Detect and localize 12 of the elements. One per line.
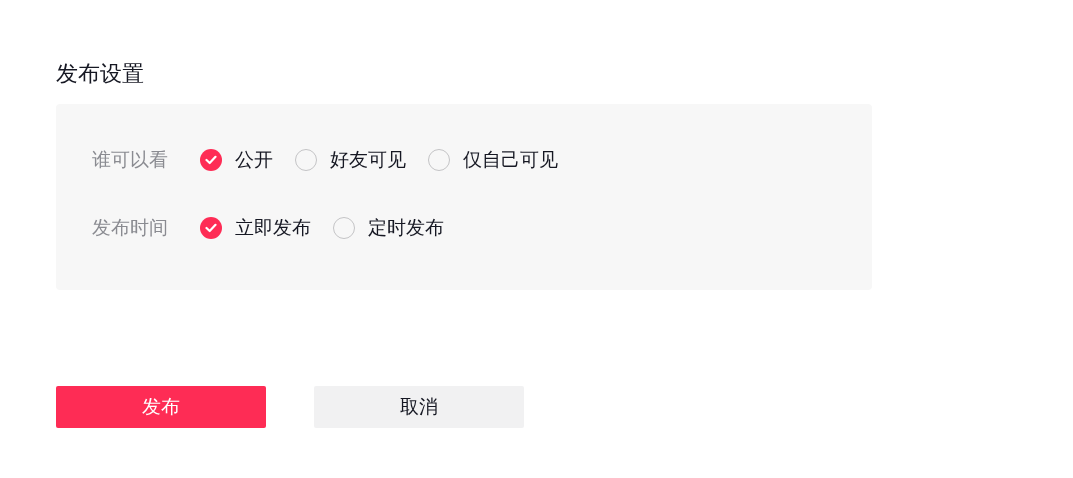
radio-checked-icon[interactable]	[200, 217, 222, 239]
cancel-button[interactable]: 取消	[314, 386, 524, 428]
publish-button[interactable]: 发布	[56, 386, 266, 428]
radio-option[interactable]: 定时发布	[333, 215, 444, 241]
radio-option[interactable]: 仅自己可见	[428, 147, 558, 173]
radio-option[interactable]: 公开	[200, 147, 273, 173]
radio-option[interactable]: 立即发布	[200, 215, 311, 241]
setting-label: 谁可以看	[92, 147, 169, 172]
setting-label: 发布时间	[92, 215, 169, 240]
section-title: 发布设置	[56, 60, 145, 88]
radio-checked-icon[interactable]	[200, 149, 222, 171]
radio-option[interactable]: 好友可见	[295, 147, 406, 173]
